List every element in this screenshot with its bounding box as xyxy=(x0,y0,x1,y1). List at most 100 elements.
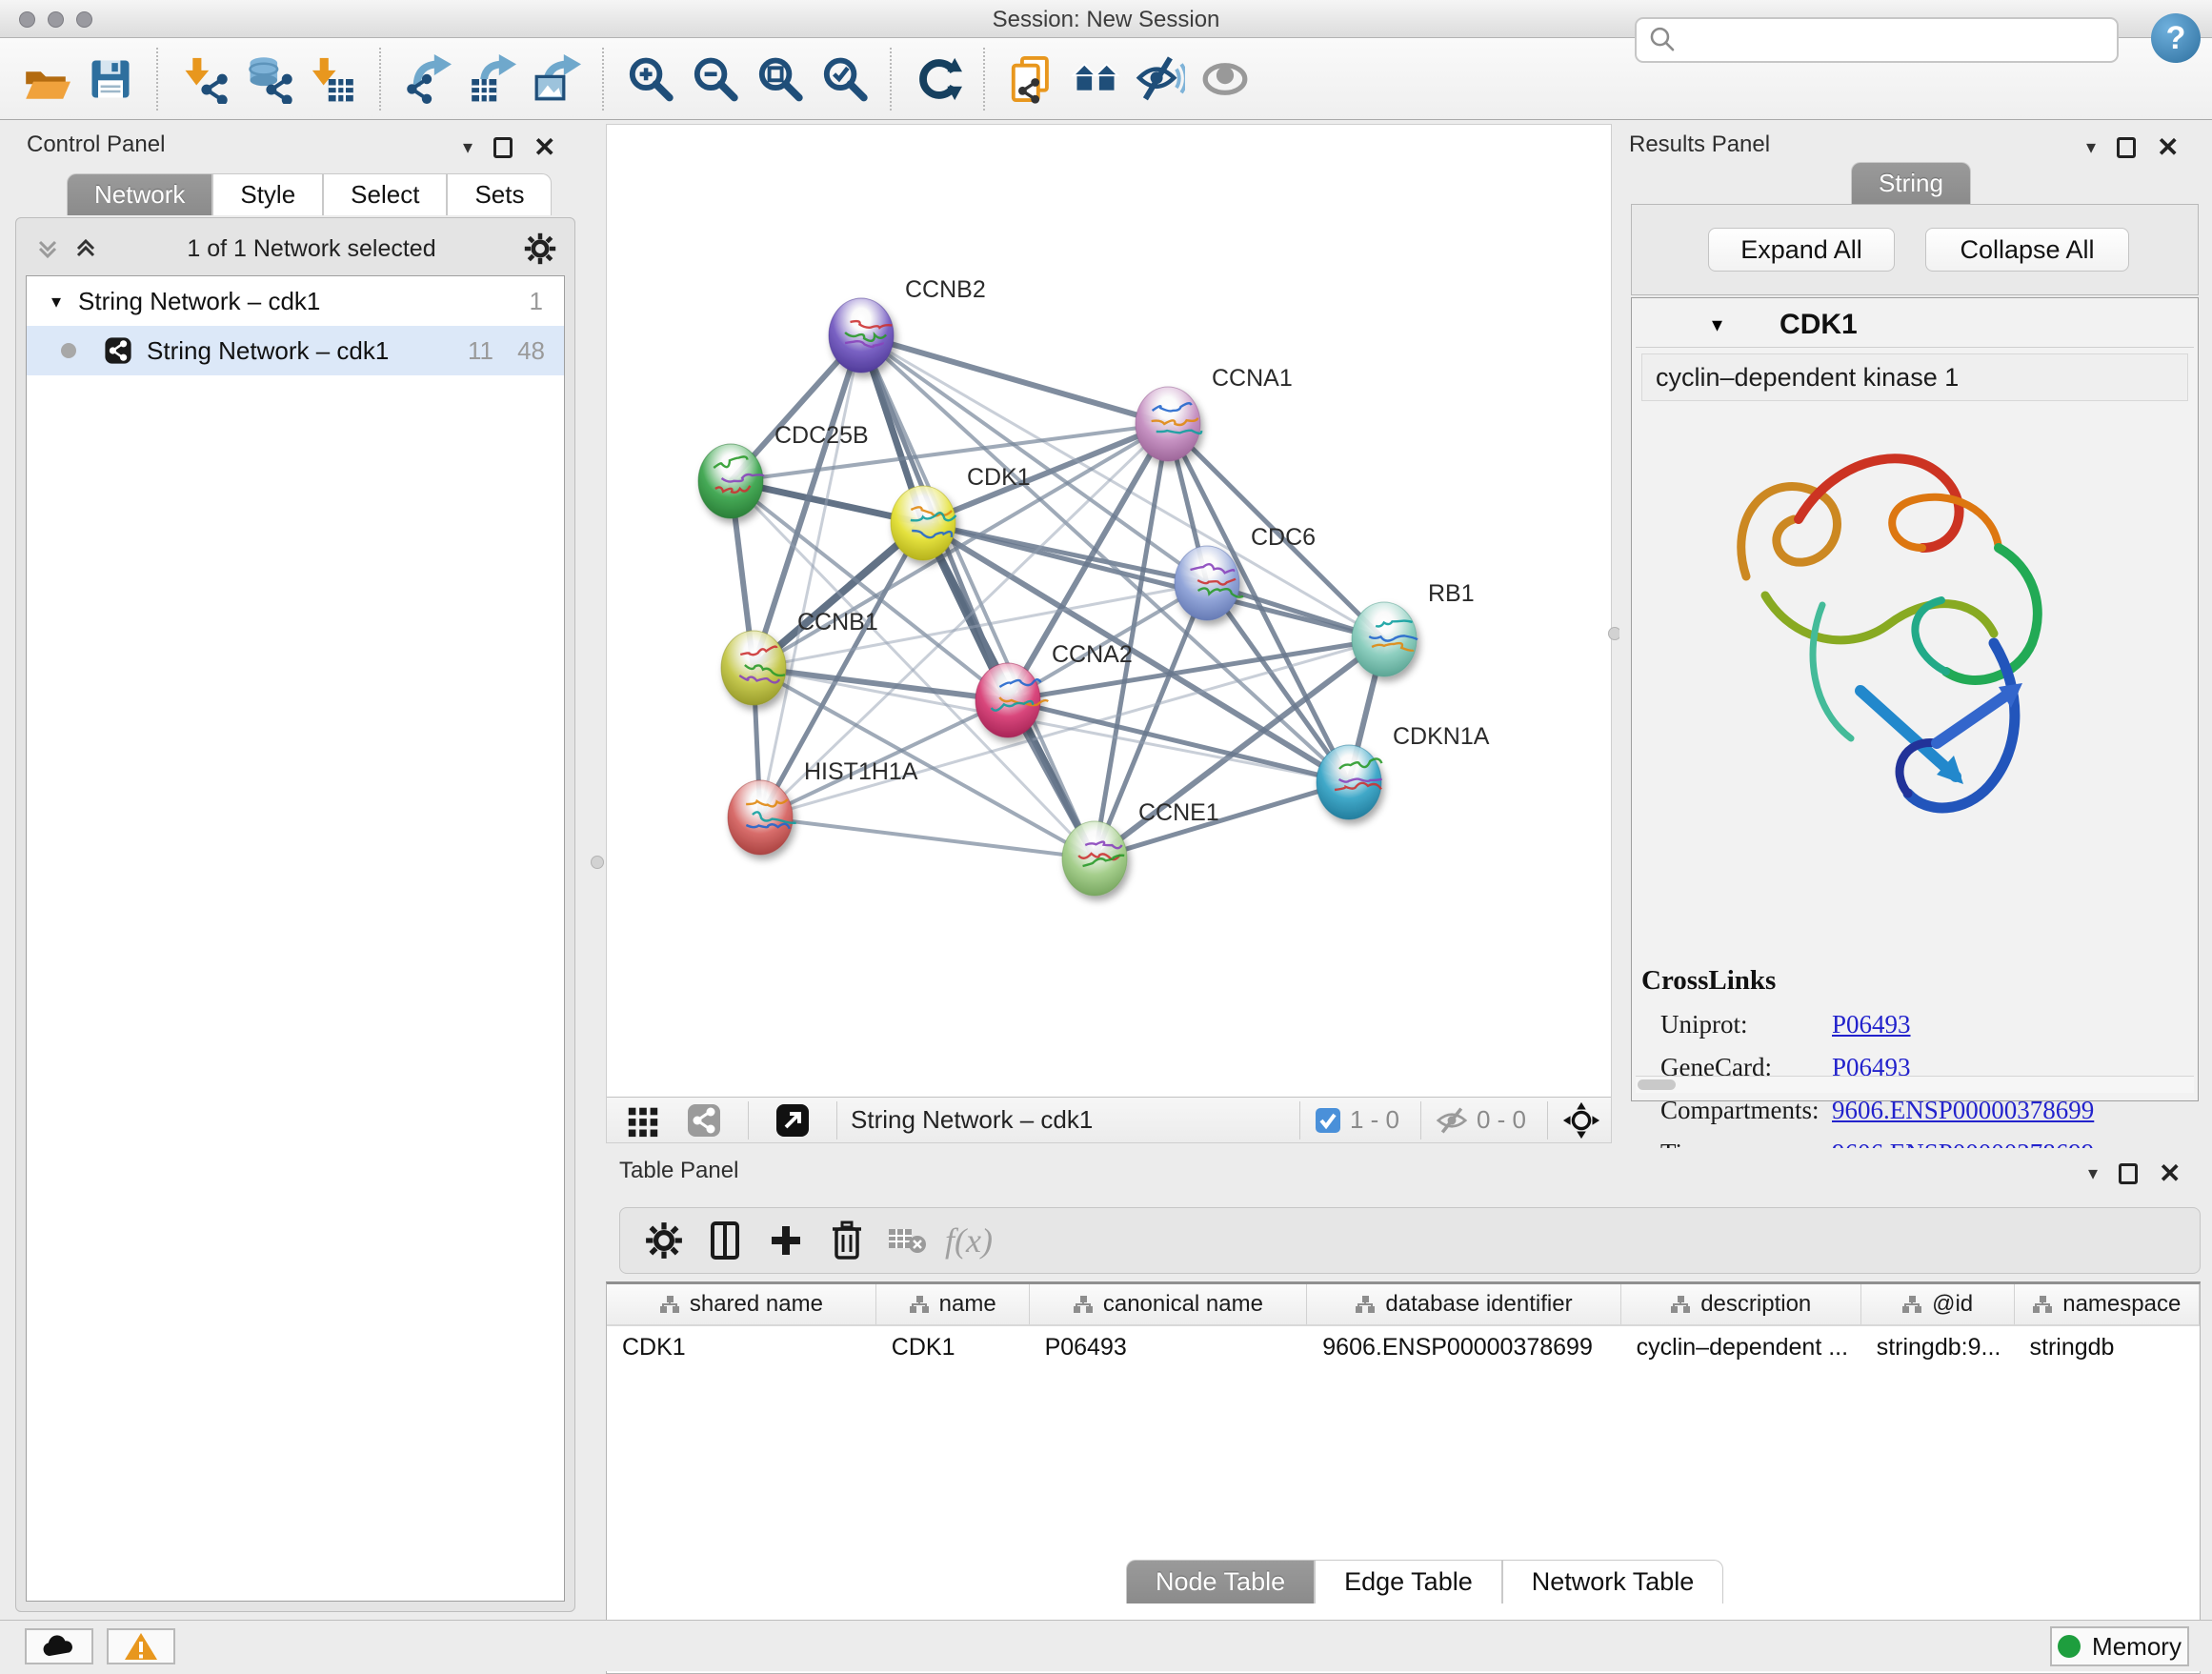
column-header-namespace[interactable]: namespace xyxy=(2015,1284,2200,1324)
open-in-new-window-icon[interactable] xyxy=(762,1094,823,1147)
edge-CCNB2-CDKN1A[interactable] xyxy=(861,335,1349,782)
node-CCNE1[interactable]: CCNE1 xyxy=(1062,799,1219,896)
node-CCNA1[interactable]: CCNA1 xyxy=(1136,365,1293,461)
zoom-selected-button[interactable] xyxy=(812,49,876,110)
export-network-icon xyxy=(402,54,452,104)
memory-label: Memory xyxy=(2092,1632,2182,1662)
help-button[interactable]: ? xyxy=(2151,13,2201,63)
tab-select[interactable]: Select xyxy=(323,173,447,215)
tab-string[interactable]: String xyxy=(1851,162,1971,204)
zoom-in-button[interactable] xyxy=(617,49,682,110)
cell-shared-name[interactable]: CDK1 xyxy=(607,1326,876,1370)
node-label-CDK1: CDK1 xyxy=(967,464,1031,491)
network-node-count: 11 xyxy=(468,336,493,366)
cell--id[interactable]: stringdb:9... xyxy=(1861,1326,2015,1370)
results-panel-close-icon[interactable]: ✕ xyxy=(2157,131,2179,163)
export-table-button[interactable] xyxy=(459,49,524,110)
column-header-database-identifier[interactable]: database identifier xyxy=(1307,1284,1620,1324)
first-neighbors-button[interactable] xyxy=(1063,49,1128,110)
zoom-fit-button[interactable] xyxy=(747,49,812,110)
hide-selected-button[interactable] xyxy=(1128,49,1193,110)
control-panel-tabs: NetworkStyleSelectSets xyxy=(67,173,552,215)
gene-card-collapse-icon[interactable]: ▾ xyxy=(1712,313,1722,337)
warnings-button[interactable] xyxy=(107,1628,175,1664)
new-network-from-selection-button[interactable] xyxy=(998,49,1063,110)
current-network-name: String Network – cdk1 xyxy=(851,1105,1093,1135)
crosslink-link[interactable]: P06493 xyxy=(1832,1010,1911,1039)
memory-button[interactable]: Memory xyxy=(2050,1626,2189,1666)
cell-canonical-name[interactable]: P06493 xyxy=(1030,1326,1308,1370)
cell-name[interactable]: CDK1 xyxy=(876,1326,1030,1370)
node-table[interactable]: shared name name canonical name database… xyxy=(606,1281,2201,1674)
control-panel-close-icon[interactable]: ✕ xyxy=(533,131,555,163)
tab-sets[interactable]: Sets xyxy=(447,173,552,215)
node-CCNB1[interactable]: CCNB1 xyxy=(721,609,878,705)
table-row[interactable]: CDK1CDK1P064939606.ENSP00000378699cyclin… xyxy=(607,1326,2200,1370)
network-row[interactable]: String Network – cdk1 11 48 xyxy=(27,326,564,375)
column-header-description[interactable]: description xyxy=(1621,1284,1861,1324)
collection-expand-icon[interactable]: ▾ xyxy=(51,290,61,313)
results-hscrollbar[interactable] xyxy=(1636,1076,2194,1093)
network-collection-row[interactable]: ▾ String Network – cdk1 1 xyxy=(27,276,564,326)
edge-CCNB1-CCNA2[interactable] xyxy=(754,668,1008,700)
node-CDKN1A[interactable]: CDKN1A xyxy=(1317,723,1490,819)
open-session-button[interactable] xyxy=(13,49,78,110)
tab-network[interactable]: Network xyxy=(67,173,212,215)
table-panel-close-icon[interactable]: ✕ xyxy=(2159,1158,2181,1189)
table-panel-float-icon[interactable] xyxy=(2119,1163,2138,1184)
crosslink-link[interactable]: 9606.ENSP00000378699 xyxy=(1832,1096,2094,1125)
refresh-network-button[interactable] xyxy=(905,49,970,110)
import-network-button[interactable] xyxy=(171,49,236,110)
collapse-all-networks-icon[interactable] xyxy=(33,234,62,263)
string-network-icon[interactable] xyxy=(674,1094,734,1147)
collapse-all-button[interactable]: Collapse All xyxy=(1925,228,2129,272)
expand-all-networks-icon[interactable] xyxy=(71,234,100,263)
fit-content-crosshair-icon[interactable] xyxy=(1561,1100,1601,1140)
results-panel-collapse-icon[interactable]: ▾ xyxy=(2086,135,2096,159)
column-header-name[interactable]: name xyxy=(876,1284,1030,1324)
export-image-button[interactable] xyxy=(524,49,589,110)
column-header-shared-name[interactable]: shared name xyxy=(607,1284,876,1324)
import-database-button[interactable] xyxy=(236,49,301,110)
table-panel-collapse-icon[interactable]: ▾ xyxy=(2088,1161,2098,1185)
left-splitter-handle[interactable] xyxy=(591,856,604,869)
import-table-button[interactable] xyxy=(301,49,366,110)
network-options-gear-icon[interactable] xyxy=(523,232,557,266)
column-header-canonical-name[interactable]: canonical name xyxy=(1030,1284,1308,1324)
hidden-node-edge-count: 0 - 0 xyxy=(1477,1105,1526,1135)
edge-HIST1H1A-CCNE1[interactable] xyxy=(760,817,1095,858)
network-graph[interactable]: CCNB2CCNA1CDC25BCDK1CDC6RB1CCNB1CCNA2CDK… xyxy=(607,125,1613,1097)
results-panel-float-icon[interactable] xyxy=(2117,137,2136,158)
tab-style[interactable]: Style xyxy=(212,173,323,215)
save-session-button[interactable] xyxy=(78,49,143,110)
gene-card-header[interactable]: ▾ CDK1 xyxy=(1636,302,2194,348)
tab-node-table[interactable]: Node Table xyxy=(1126,1560,1315,1603)
column-header--id[interactable]: @id xyxy=(1861,1284,2015,1324)
birdseye-view-icon[interactable] xyxy=(613,1094,674,1147)
selected-checkbox-icon[interactable] xyxy=(1314,1106,1342,1135)
control-panel-float-icon[interactable] xyxy=(493,137,513,158)
cell-database-identifier[interactable]: 9606.ENSP00000378699 xyxy=(1307,1326,1620,1370)
edge-CCNB2-RB1[interactable] xyxy=(861,335,1384,639)
cloud-button[interactable] xyxy=(25,1628,93,1664)
control-panel-collapse-icon[interactable]: ▾ xyxy=(463,135,473,159)
cell-description[interactable]: cyclin–dependent ... xyxy=(1621,1326,1861,1370)
zoom-out-button[interactable] xyxy=(682,49,747,110)
crosslinks-title: CrossLinks xyxy=(1641,965,2188,997)
network-view[interactable]: CCNB2CCNA1CDC25BCDK1CDC6RB1CCNB1CCNA2CDK… xyxy=(606,124,1612,1143)
search-input[interactable] xyxy=(1635,17,2119,63)
cell-namespace[interactable]: stringdb xyxy=(2015,1326,2201,1370)
show-column-icon[interactable] xyxy=(694,1214,755,1267)
node-CCNB2[interactable]: CCNB2 xyxy=(829,276,986,373)
node-RB1[interactable]: RB1 xyxy=(1352,580,1475,676)
export-network-button[interactable] xyxy=(394,49,459,110)
edge-CDKN1A-CCNE1[interactable] xyxy=(1095,782,1349,858)
expand-all-button[interactable]: Expand All xyxy=(1708,228,1895,272)
edge-CCNB2-HIST1H1A[interactable] xyxy=(760,335,861,817)
delete-column-icon[interactable] xyxy=(816,1214,877,1267)
tab-network-table[interactable]: Network Table xyxy=(1502,1560,1724,1603)
show-all-button[interactable] xyxy=(1193,49,1257,110)
create-column-icon[interactable] xyxy=(755,1214,816,1267)
tab-edge-table[interactable]: Edge Table xyxy=(1315,1560,1502,1603)
table-options-gear-icon[interactable] xyxy=(633,1214,694,1267)
